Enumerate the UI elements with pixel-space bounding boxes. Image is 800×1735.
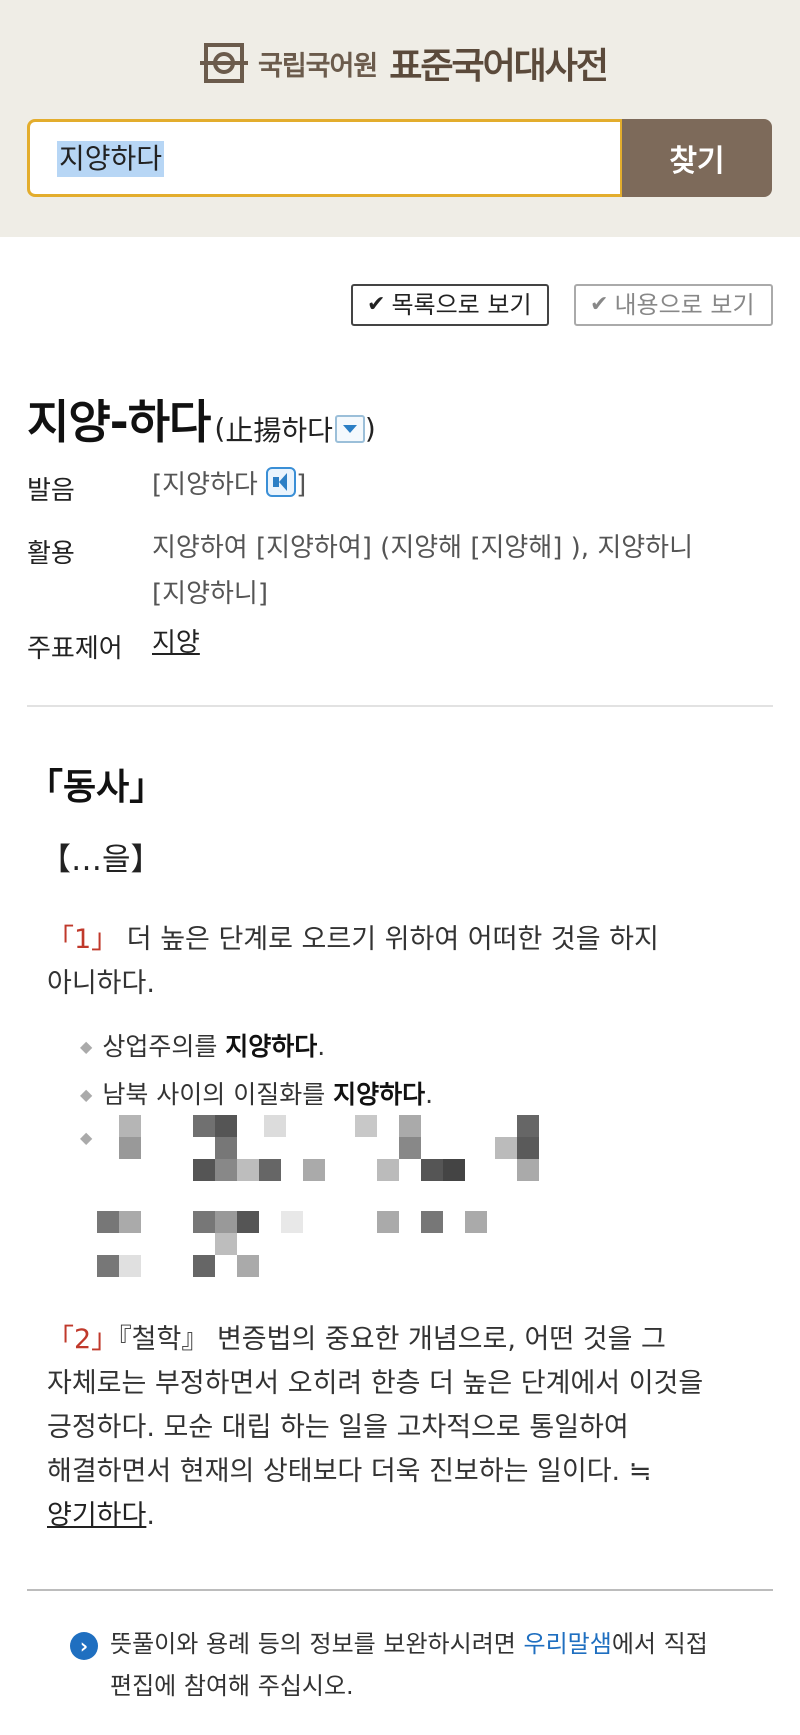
origin-open-paren: (: [214, 412, 226, 445]
inflection-line: [지양하니]: [152, 579, 268, 609]
bullet-icon: ◆: [80, 1128, 93, 1147]
inflection-value: 지양하여 [지양하여] (지양해 [지양해] ), 지양하니 [지양하니]: [152, 525, 693, 617]
sense-number: 「1」: [47, 924, 119, 955]
sense-definition-line: 양기하다.: [47, 1494, 747, 1538]
notice-line: 편집에 참여해 주십시오.: [110, 1672, 354, 1700]
divider: [27, 1589, 773, 1591]
pixelated-redaction: [97, 1115, 539, 1277]
bullet-icon: ◆: [80, 1037, 93, 1056]
example-text: 상업주의를: [102, 1032, 226, 1061]
inflection-line: 지양하여 [지양하여] (지양해 [지양해] ), 지양하니: [152, 533, 694, 563]
site-logo[interactable]: 국립국어원 표준국어대사전: [200, 38, 609, 88]
main-entry-label: 주표제어: [27, 634, 123, 664]
checkmark-icon: ✔: [367, 292, 386, 317]
notice-text: 뜻풀이와 용례 등의 정보를 보완하시려면: [110, 1630, 524, 1658]
chevron-right-icon: ›: [70, 1632, 98, 1660]
bullet-icon: ◆: [80, 1085, 93, 1104]
org-name: 국립국어원: [258, 50, 378, 82]
search-button[interactable]: 찾기: [622, 119, 772, 197]
divider: [27, 705, 773, 707]
search-input-value: 지양하다: [57, 141, 165, 177]
example-keyword: 지양하다: [225, 1032, 318, 1061]
header: 국립국어원 표준국어대사전 지양하다 찾기: [0, 0, 800, 237]
sense-definition-line: 「1」 더 높은 단계로 오르기 위하여 어떠한 것을 하지: [47, 918, 747, 962]
pronunciation-close: ]: [296, 470, 307, 500]
main-entry-link[interactable]: 지양: [152, 628, 200, 658]
example-item: ◆ 상업주의를 지양하다.: [80, 1027, 325, 1063]
synonym-punct: .: [146, 1500, 155, 1531]
headword-text: 지양-하다: [27, 395, 211, 449]
sense-definition-line: 자체로는 부정하면서 오히려 한층 더 높은 단계에서 이것을: [47, 1368, 704, 1399]
list-view-button[interactable]: ✔ 목록으로 보기: [351, 284, 549, 326]
sense-definition-line: 「2」『철학』 변증법의 중요한 개념으로, 어떤 것을 그: [47, 1318, 747, 1362]
dictionary-name: 표준국어대사전: [389, 46, 609, 87]
part-of-speech: 「동사」: [27, 767, 166, 808]
sense-1: 「1」 더 높은 단계로 오르기 위하여 어떠한 것을 하지 아니하다.: [47, 918, 747, 1006]
sense-definition: 변증법의 중요한 개념으로, 어떤 것을 그: [208, 1324, 666, 1355]
sense-2: 「2」『철학』 변증법의 중요한 개념으로, 어떤 것을 그 자체로는 부정하면…: [47, 1318, 747, 1538]
example-punct: .: [317, 1032, 326, 1061]
synonym-link[interactable]: 양기하다: [47, 1500, 146, 1531]
notice-text: 에서 직접: [611, 1630, 708, 1658]
dictionary-logo-icon: [200, 43, 248, 83]
example-punct: .: [425, 1080, 434, 1109]
content-view-label: 내용으로 보기: [614, 291, 755, 319]
speaker-icon[interactable]: [266, 467, 297, 497]
sentence-pattern: 【…을】: [40, 842, 162, 878]
sense-definition-line: 아니하다.: [47, 968, 155, 999]
inflection-label: 활용: [27, 539, 75, 569]
entry-headword: 지양-하다 ( 止揚하다 ): [27, 386, 376, 452]
pronunciation-text: [지양하다: [152, 470, 258, 500]
sense-field: 『철학』: [118, 1324, 209, 1355]
headword-origin: ( 止揚하다 ): [214, 409, 375, 449]
origin-hanja: 止揚하다: [225, 413, 333, 447]
sense-definition-line: 해결하면서 현재의 상태보다 더욱 진보하는 일이다. ≒: [47, 1456, 652, 1487]
sense-definition-line: 긍정하다. 모순 대립 하는 일을 고차적으로 통일하여: [47, 1412, 629, 1443]
origin-close-paren: ): [364, 412, 376, 445]
notice-line: 뜻풀이와 용례 등의 정보를 보완하시려면 우리말샘에서 직접: [110, 1623, 730, 1665]
edit-notice: 뜻풀이와 용례 등의 정보를 보완하시려면 우리말샘에서 직접 편집에 참여해 …: [110, 1623, 730, 1707]
sense-definition: 더 높은 단계로 오르기 위하여 어떠한 것을 하지: [118, 924, 659, 955]
list-view-label: 목록으로 보기: [391, 291, 532, 319]
example-keyword: 지양하다: [333, 1080, 426, 1109]
main-entry-value: 지양: [152, 620, 200, 666]
dropdown-icon[interactable]: [334, 414, 365, 443]
urimalsaem-link[interactable]: 우리말샘: [524, 1630, 612, 1658]
pronunciation-label: 발음: [27, 476, 75, 506]
example-item: ◆ 남북 사이의 이질화를 지양하다.: [80, 1075, 433, 1111]
checkmark-icon: ✔: [590, 292, 609, 317]
pronunciation-value: [지양하다 ]: [152, 462, 306, 508]
content-view-button[interactable]: ✔ 내용으로 보기: [574, 284, 773, 326]
sense-number: 「2」: [47, 1324, 119, 1355]
example-text: 남북 사이의 이질화를: [102, 1080, 334, 1109]
